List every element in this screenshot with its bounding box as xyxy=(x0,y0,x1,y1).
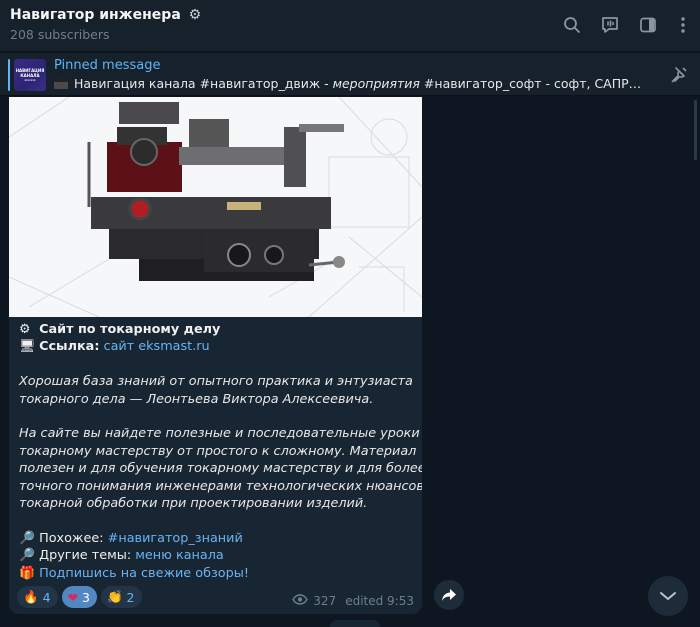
gear-emoji-icon: ⚙ xyxy=(188,7,202,23)
next-message-edge xyxy=(330,620,380,627)
reaction-clap[interactable]: 👏 2 xyxy=(100,586,142,608)
paragraph-line: токарной обработки при проектировании из… xyxy=(19,496,368,512)
post-text: ⚙ Сайт по токарному делу 🖥 Ссылка: сайт … xyxy=(19,321,422,582)
link-label: Ссылка: xyxy=(39,339,100,355)
paragraph-line: На сайте вы найдете полезные и последова… xyxy=(19,426,422,442)
fire-emoji-icon: 🔥 xyxy=(23,589,39,604)
scroll-down-button[interactable] xyxy=(648,576,688,616)
pinned-preview: Навигация канала #навигатор_движ - мероп… xyxy=(54,76,644,91)
subscriber-count: 208 subscribers xyxy=(10,27,110,42)
pinned-indicator xyxy=(8,59,10,91)
magnifier-emoji-icon: 🔎 xyxy=(19,548,35,564)
eye-icon xyxy=(292,594,309,608)
voice-chat-icon[interactable] xyxy=(599,14,621,36)
hashtag-link[interactable]: #навигатор_знаний xyxy=(108,531,243,546)
pinned-message-bar[interactable]: НАВИГАЦИЯ КАНАЛА ▬▬▬▬ Pinned message Нав… xyxy=(0,53,700,96)
view-count: 327 xyxy=(313,594,337,608)
search-icon[interactable] xyxy=(561,14,583,36)
sidebar-toggle-icon[interactable] xyxy=(637,14,659,36)
forward-button[interactable] xyxy=(434,580,464,610)
subscribe-link[interactable]: Подпишись на свежие обзоры! xyxy=(39,566,249,581)
magnifier-emoji-icon: 🔎 xyxy=(19,530,35,546)
channel-title[interactable]: Навигатор инженера ⚙ xyxy=(10,7,201,23)
chat-header[interactable]: Навигатор инженера ⚙ 208 subscribers xyxy=(0,0,700,52)
channel-post[interactable]: ⚙ Сайт по токарному делу 🖥 Ссылка: сайт … xyxy=(9,97,422,614)
clapperboard-emoji-icon xyxy=(54,79,68,89)
pinned-label: Pinned message xyxy=(54,58,161,73)
paragraph-line: токарного дела — Леонтьева Виктора Алекс… xyxy=(19,391,374,407)
heart-emoji-icon: ❤ xyxy=(67,589,79,605)
paragraph-line: токарному мастерству от простого к сложн… xyxy=(19,443,417,459)
gift-emoji-icon: 🎁 xyxy=(19,565,35,581)
more-menu-icon[interactable] xyxy=(672,14,694,36)
paragraph-line: точного понимания инженерами технологиче… xyxy=(19,478,422,494)
reaction-heart[interactable]: ❤ 3 xyxy=(61,586,97,608)
reaction-fire[interactable]: 🔥 4 xyxy=(17,586,58,608)
edited-time: edited 9:53 xyxy=(345,594,414,608)
computer-emoji-icon: 🖥 xyxy=(19,339,36,355)
post-heading: Сайт по токарному делу xyxy=(39,322,221,337)
gear-emoji-icon: ⚙ xyxy=(19,322,31,337)
post-photo-lathe[interactable] xyxy=(9,97,422,317)
website-link[interactable]: сайт eksmast.ru xyxy=(104,339,210,354)
clap-emoji-icon: 👏 xyxy=(106,589,123,604)
paragraph-line: Хорошая база знаний от опытного практика… xyxy=(19,374,413,390)
scrollbar[interactable] xyxy=(694,100,697,160)
channel-menu-link[interactable]: меню канала xyxy=(135,548,224,563)
post-meta: 327 edited 9:53 xyxy=(292,594,414,608)
paragraph-line: полезен и для обучения токарному мастерс… xyxy=(19,461,422,477)
share-arrow-icon xyxy=(442,589,456,601)
chevron-down-icon xyxy=(660,592,676,600)
unpin-icon[interactable] xyxy=(668,64,690,86)
pinned-thumbnail: НАВИГАЦИЯ КАНАЛА ▬▬▬▬ xyxy=(14,59,46,91)
reactions-row: 🔥 4 ❤ 3 👏 2 xyxy=(17,586,142,608)
